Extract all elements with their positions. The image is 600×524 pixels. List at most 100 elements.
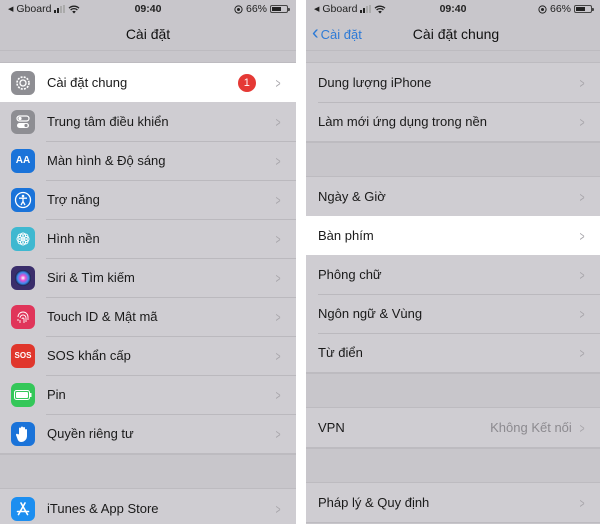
row-label: Trung tâm điều khiển <box>47 114 169 129</box>
carrier-label[interactable]: Gboard <box>322 3 357 15</box>
row-label: SOS khẩn cấp <box>47 348 131 363</box>
wallpaper-icon <box>11 226 35 251</box>
settings-row-pin[interactable]: Pin > <box>0 375 296 414</box>
chevron-right-icon: > <box>275 113 281 130</box>
row-label: Pháp lý & Quy định <box>318 495 430 510</box>
battery-icon <box>11 382 35 407</box>
row-label: Bàn phím <box>318 228 374 243</box>
chevron-right-icon: > <box>579 305 585 322</box>
row-label: Màn hình & Độ sáng <box>47 153 166 168</box>
settings-row-trung-tam-dieu-khien[interactable]: Trung tâm điều khiển > <box>0 102 296 141</box>
settings-row-sos-khan-cap[interactable]: SOS SOS khẩn cấp > <box>0 336 296 375</box>
app-store-icon <box>11 496 35 521</box>
settings-row-cai-dat-chung[interactable]: Cài đặt chung 1 > <box>0 63 296 102</box>
group-spacer <box>306 373 600 407</box>
rotation-lock-icon <box>234 4 243 14</box>
group-spacer <box>306 448 600 482</box>
gear-icon <box>11 70 35 95</box>
battery-icon <box>270 5 290 13</box>
general-settings-screen: ◀ Gboard 09:40 66% ‹ Cài đặt Cài đặt chu… <box>306 0 600 524</box>
chevron-right-icon: > <box>275 308 281 325</box>
row-label: Ngày & Giờ <box>318 189 386 204</box>
accessibility-icon <box>11 187 35 212</box>
row-label: Quyền riêng tư <box>47 426 134 441</box>
status-bar: ◀ Gboard 09:40 66% <box>306 0 600 18</box>
chevron-right-icon: > <box>275 386 281 403</box>
chevron-right-icon: > <box>275 425 281 442</box>
row-label: Trợ năng <box>47 192 100 207</box>
settings-list-vpn: VPN Không Kết nối > <box>306 407 600 448</box>
settings-row-itunes-and-app-store[interactable]: iTunes & App Store > <box>0 489 296 524</box>
settings-row-vpn[interactable]: VPN Không Kết nối > <box>306 408 600 447</box>
group-spacer <box>306 50 600 62</box>
chevron-right-icon: > <box>579 188 585 205</box>
chevron-right-icon: > <box>579 266 585 283</box>
settings-row-touch-id-and-mat-ma[interactable]: Touch ID & Mật mã > <box>0 297 296 336</box>
siri-icon <box>11 265 35 290</box>
row-label: VPN <box>318 420 345 435</box>
settings-row-ban-phim[interactable]: Bàn phím > <box>306 216 600 255</box>
settings-row-ngon-ngu-and-vung[interactable]: Ngôn ngữ & Vùng > <box>306 294 600 333</box>
chevron-right-icon: > <box>275 191 281 208</box>
back-to-app-icon[interactable]: ◀ <box>314 5 319 13</box>
back-to-app-icon[interactable]: ◀ <box>8 5 13 13</box>
rotation-lock-icon <box>538 4 547 14</box>
row-label: Siri & Tìm kiếm <box>47 270 135 285</box>
row-label: iTunes & App Store <box>47 501 159 516</box>
group-spacer <box>0 454 296 488</box>
chevron-right-icon: > <box>579 494 585 511</box>
settings-list-storage: Dung lượng iPhone > Làm mới ứng dụng trong… <box>306 62 600 142</box>
settings-row-phap-ly-and-quy-dinh[interactable]: Pháp lý & Quy định > <box>306 483 600 522</box>
group-spacer <box>306 142 600 176</box>
nav-bar: Cài đặt <box>0 18 296 50</box>
settings-row-tro-nang[interactable]: Trợ năng > <box>0 180 296 219</box>
row-label: Ngôn ngữ & Vùng <box>318 306 423 321</box>
settings-row-phong-chu[interactable]: Phông chữ > <box>306 255 600 294</box>
chevron-right-icon: > <box>275 269 281 286</box>
hand-icon <box>11 421 35 446</box>
settings-list-store: iTunes & App Store > <box>0 488 296 524</box>
settings-screen: ◀ Gboard 09:40 66% Cài đặt Cài đặt chung… <box>0 0 296 524</box>
wifi-icon <box>68 5 80 14</box>
battery-icon <box>574 5 594 13</box>
wifi-icon <box>374 5 386 14</box>
settings-row-dung-luong-iphone[interactable]: Dung lượng iPhone > <box>306 63 600 102</box>
battery-percent: 66% <box>245 3 267 15</box>
row-label: Hình nền <box>47 231 100 246</box>
chevron-right-icon: > <box>275 230 281 247</box>
sos-icon: SOS <box>11 343 35 368</box>
chevron-right-icon: > <box>579 419 585 436</box>
settings-row-tu-dien[interactable]: Từ điển > <box>306 333 600 372</box>
notification-badge: 1 <box>237 73 256 92</box>
back-label: Cài đặt <box>320 26 362 42</box>
row-label: Phông chữ <box>318 267 382 282</box>
signal-icon <box>360 5 372 13</box>
page-title: Cài đặt chung <box>412 26 500 42</box>
settings-row-quyen-rieng-tu[interactable]: Quyền riêng tư > <box>0 414 296 453</box>
chevron-right-icon: > <box>579 74 585 91</box>
settings-row-ngay-and-gio[interactable]: Ngày & Giờ > <box>306 177 600 216</box>
chevron-right-icon: > <box>579 227 585 244</box>
settings-row-lam-moi-ung-dung-trong-nen[interactable]: Làm mới ứng dụng trong nền > <box>306 102 600 141</box>
battery-percent: 66% <box>549 3 571 15</box>
carrier-label[interactable]: Gboard <box>16 3 51 15</box>
settings-list-main: Cài đặt chung 1 > Trung tâm điều khiển > AA Mà… <box>0 62 296 454</box>
row-label: Từ điển <box>318 345 363 360</box>
settings-row-hinh-nen[interactable]: Hình nền > <box>0 219 296 258</box>
chevron-right-icon: > <box>275 347 281 364</box>
settings-row-man-hinh-and-do-sang[interactable]: AA Màn hình & Độ sáng > <box>0 141 296 180</box>
chevron-right-icon: > <box>275 500 281 517</box>
page-title: Cài đặt <box>125 26 171 42</box>
signal-icon <box>54 5 66 13</box>
chevron-left-icon: ‹ <box>312 22 319 44</box>
settings-list-locale: Ngày & Giờ > Bàn phím > Phông chữ > Ngôn ngữ &… <box>306 176 600 373</box>
chevron-right-icon: > <box>579 344 585 361</box>
row-label: Làm mới ứng dụng trong nền <box>318 114 487 129</box>
back-button[interactable]: ‹ Cài đặt <box>312 22 362 44</box>
row-label: Cài đặt chung <box>47 75 128 90</box>
row-label: Pin <box>47 387 66 402</box>
group-spacer <box>0 50 296 62</box>
chevron-right-icon: > <box>275 152 281 169</box>
nav-bar: ‹ Cài đặt Cài đặt chung <box>306 18 600 50</box>
settings-row-siri-and-tim-kiem[interactable]: Siri & Tìm kiếm > <box>0 258 296 297</box>
